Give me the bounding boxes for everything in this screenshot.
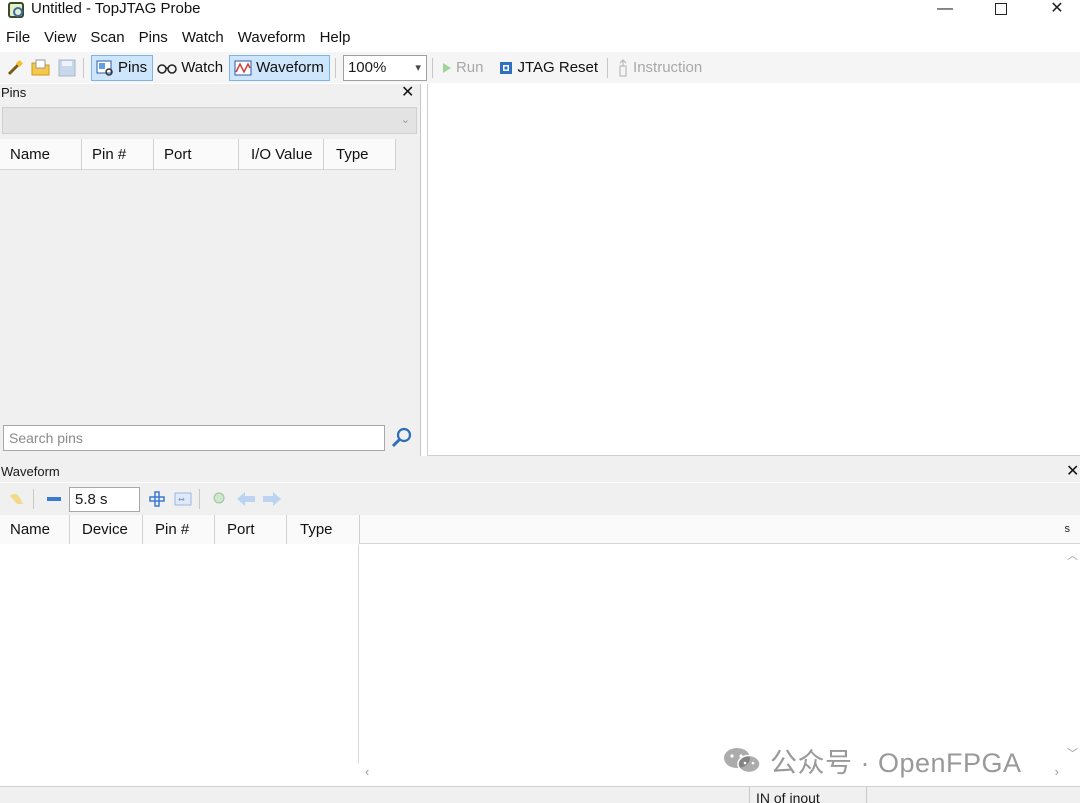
column-header-device[interactable]: Device — [70, 515, 143, 544]
waveform-canvas[interactable] — [360, 545, 1064, 763]
clear-icon[interactable] — [6, 488, 28, 510]
waveform-panel-close-icon[interactable]: ✕ — [1066, 463, 1079, 481]
pins-toggle-button[interactable]: Pins — [91, 54, 154, 81]
time-scale-unit: s — [1064, 523, 1071, 535]
menu-scan[interactable]: Scan — [84, 27, 132, 49]
column-header-pin[interactable]: Pin # — [82, 139, 154, 170]
run-label: Run — [455, 59, 484, 76]
waveform-icon — [234, 60, 252, 75]
toolbar-separator — [33, 489, 34, 509]
main-view-area — [427, 84, 1080, 456]
status-bar: IN of inout — [0, 786, 1080, 803]
scroll-left-icon[interactable]: ‹ — [365, 764, 369, 779]
play-icon — [442, 62, 451, 73]
column-header-port[interactable]: Port — [215, 515, 287, 544]
time-span-field[interactable]: 5.8 s — [69, 486, 140, 512]
column-header-pin[interactable]: Pin # — [143, 515, 215, 544]
instruction-label: Instruction — [633, 59, 703, 76]
main-toolbar: Pins Watch Waveform 100% ▾ Run JTAG Rese… — [0, 52, 1080, 83]
save-icon[interactable] — [56, 57, 78, 79]
minimize-icon: — — [937, 0, 953, 17]
column-header-port[interactable]: Port — [154, 139, 239, 170]
status-pin-type: IN of inout — [749, 787, 867, 803]
watch-button[interactable]: Watch — [153, 55, 227, 81]
scroll-down-icon[interactable]: ﹀ — [1067, 745, 1078, 761]
toolbar-separator — [431, 57, 433, 78]
run-button[interactable]: Run — [438, 55, 488, 81]
pins-icon — [96, 60, 113, 76]
waveform-toolbar: 5.8 s ↔ — [0, 483, 1080, 515]
toolbar-separator — [607, 57, 609, 78]
waveform-table-header: Name Device Pin # Port Type s — [0, 515, 1080, 544]
wand-icon[interactable] — [4, 57, 26, 79]
watermark: 公众号 · OpenFPGA — [722, 744, 1022, 778]
zoom-select[interactable]: 100% ▾ — [342, 54, 427, 81]
app-icon — [8, 2, 24, 18]
reset-icon — [500, 61, 513, 74]
column-header-name[interactable]: Name — [0, 515, 70, 544]
watch-label: Watch — [181, 59, 224, 76]
minimize-button[interactable]: — — [922, 0, 968, 22]
scroll-up-icon[interactable]: ︿ — [1067, 547, 1078, 563]
window-title: Untitled - TopJTAG Probe — [31, 0, 201, 17]
menu-waveform[interactable]: Waveform — [232, 27, 314, 49]
toolbar-separator — [83, 57, 84, 78]
menu-file[interactable]: File — [0, 27, 38, 49]
toolbar-separator — [199, 489, 200, 509]
maximize-button[interactable] — [978, 0, 1024, 22]
zoom-in-icon[interactable] — [146, 488, 168, 510]
waveform-toggle-label: Waveform — [256, 59, 324, 76]
pins-panel: Pins ✕ ⌄ Name Pin # Port I/O Value Type — [0, 84, 421, 502]
menu-view[interactable]: View — [38, 27, 84, 49]
column-header-name[interactable]: Name — [0, 139, 82, 170]
menu-help[interactable]: Help — [314, 27, 359, 49]
watermark-text: 公众号 · OpenFPGA — [770, 747, 1022, 778]
waveform-columns: Name Device Pin # Port Type — [0, 515, 360, 544]
zoom-out-icon[interactable] — [43, 488, 65, 510]
find-icon[interactable] — [209, 488, 231, 510]
pins-panel-close-icon[interactable]: ✕ — [401, 84, 414, 102]
menu-bar: File View Scan Pins Watch Waveform Help — [0, 27, 1080, 49]
waveform-signal-list — [0, 545, 359, 763]
waveform-panel: Waveform ✕ 5.8 s ↔ Name Device Pin # Por… — [0, 462, 1080, 786]
column-header-io-value[interactable]: I/O Value — [239, 139, 324, 170]
open-folder-icon[interactable] — [30, 57, 52, 79]
search-pins-input[interactable] — [3, 425, 385, 451]
pins-toggle-label: Pins — [118, 59, 148, 76]
scroll-right-icon[interactable]: › — [1055, 764, 1059, 779]
svg-text:↔: ↔ — [178, 495, 185, 504]
title-bar: Untitled - TopJTAG Probe — ✕ — [0, 0, 1080, 22]
jtag-reset-label: JTAG Reset — [517, 59, 599, 76]
waveform-toggle-button[interactable]: Waveform — [229, 54, 330, 81]
column-header-type[interactable]: Type — [287, 515, 360, 544]
chevron-down-icon: ▾ — [415, 61, 421, 74]
arrow-left-icon[interactable] — [235, 488, 257, 510]
instruction-button[interactable]: Instruction — [613, 55, 706, 81]
maximize-icon — [995, 3, 1007, 15]
instruction-icon — [619, 58, 627, 76]
chevron-down-icon: ⌄ — [400, 114, 410, 126]
arrow-right-icon[interactable] — [261, 488, 283, 510]
search-icon[interactable] — [390, 426, 414, 450]
pins-table-body — [0, 171, 420, 417]
menu-pins[interactable]: Pins — [133, 27, 176, 49]
close-icon: ✕ — [1050, 0, 1064, 17]
close-window-button[interactable]: ✕ — [1034, 0, 1080, 22]
glasses-icon — [157, 63, 177, 74]
pins-panel-title: Pins — [1, 85, 27, 100]
waveform-panel-title: Waveform — [0, 462, 1080, 482]
zoom-value: 100% — [347, 58, 387, 76]
menu-watch[interactable]: Watch — [176, 27, 232, 49]
vertical-scrollbar[interactable]: ︿ ﹀ — [1064, 545, 1080, 763]
jtag-reset-button[interactable]: JTAG Reset — [495, 55, 602, 81]
pins-device-select[interactable]: ⌄ — [2, 107, 417, 134]
column-header-type[interactable]: Type — [324, 139, 396, 170]
fit-icon[interactable]: ↔ — [172, 488, 194, 510]
toolbar-separator — [334, 57, 336, 78]
wechat-logo-icon — [724, 748, 761, 774]
pins-table-header: Name Pin # Port I/O Value Type — [0, 139, 396, 170]
